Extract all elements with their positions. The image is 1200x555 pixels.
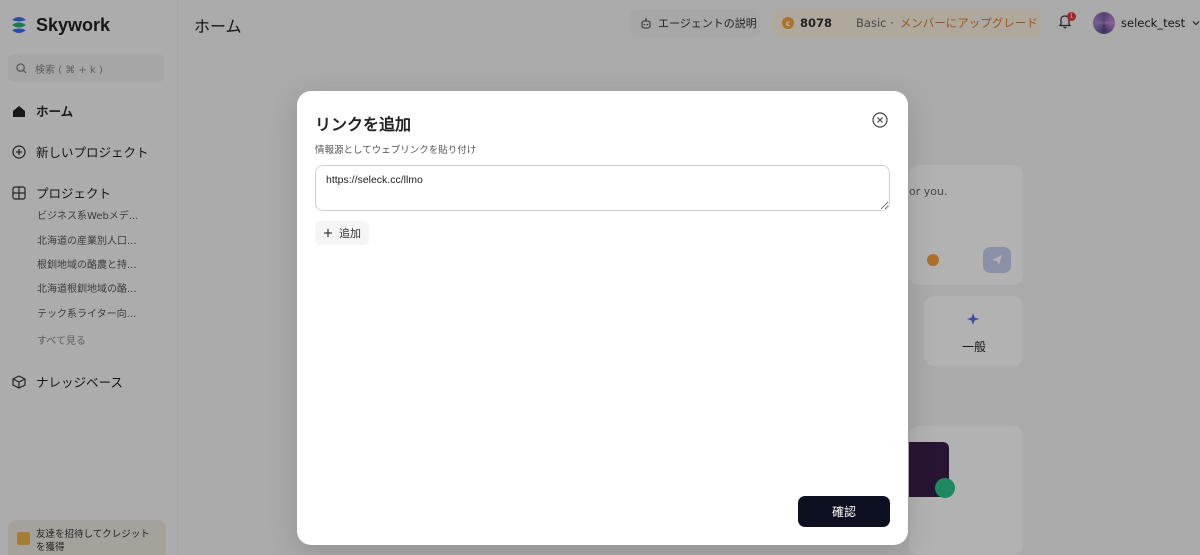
add-link-dialog: リンクを追加 情報源としてウェブリンクを貼り付け https://seleck.…: [297, 91, 908, 545]
link-url-input[interactable]: https://seleck.cc/llmo: [315, 165, 890, 211]
add-link-button[interactable]: 追加: [315, 221, 369, 245]
confirm-button[interactable]: 確認: [798, 496, 890, 527]
plus-icon: [324, 229, 332, 237]
close-icon[interactable]: [872, 112, 888, 128]
dialog-title: リンクを追加: [315, 115, 412, 134]
add-link-label: 追加: [339, 227, 361, 240]
dialog-subtitle: 情報源としてウェブリンクを貼り付け: [315, 145, 477, 156]
